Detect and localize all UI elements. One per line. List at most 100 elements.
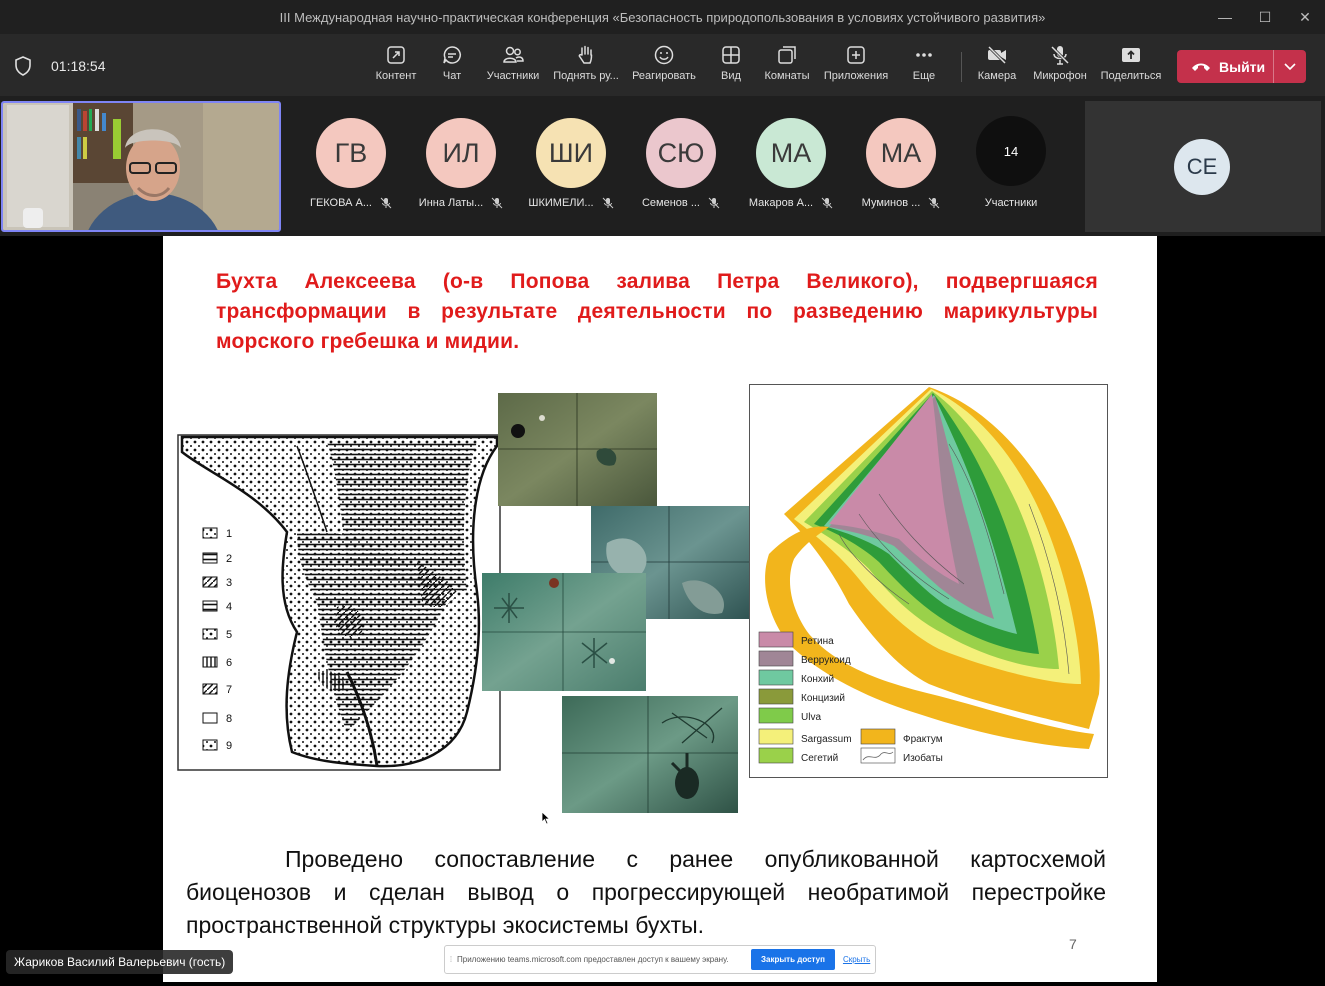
slide-page-number: 7 <box>1069 936 1077 952</box>
mic-off-icon <box>821 197 833 209</box>
chat-button[interactable]: Чат <box>417 44 487 90</box>
shield-icon <box>15 56 31 76</box>
avatar: ШИ <box>536 118 606 188</box>
rooms-button[interactable]: Комнаты <box>752 44 822 90</box>
shared-content-area: Бухта Алексеева (о-в Попова залива Петра… <box>0 236 1325 986</box>
presenter-video[interactable] <box>1 101 281 232</box>
bay-biocenosis-schema: 1 2 3 4 5 6 7 8 9 <box>177 434 501 771</box>
share-screen-icon <box>387 46 405 64</box>
legend-label: Конхий <box>801 674 834 685</box>
avatar: МА <box>756 118 826 188</box>
participant-name-row: ГЕКОВА А... <box>310 197 392 209</box>
participant-name-row: Муминов ... <box>862 197 941 209</box>
apps-label: Приложения <box>823 70 889 82</box>
legend-number: 7 <box>226 684 232 696</box>
mic-off-icon <box>602 197 613 209</box>
drag-handle-icon[interactable]: ⁞ <box>445 955 457 964</box>
participant-name: ГЕКОВА А... <box>309 197 372 209</box>
legend-label: Ulva <box>801 712 821 723</box>
window-title: III Международная научно-практическая ко… <box>279 9 1046 25</box>
more-icon <box>916 53 932 57</box>
leave-options-button[interactable] <box>1274 62 1306 71</box>
avatar: СЮ <box>646 118 716 188</box>
legend-number: 6 <box>226 657 232 669</box>
chat-label: Чат <box>442 70 462 82</box>
avatar: МА <box>866 118 936 188</box>
maximize-button[interactable]: ☐ <box>1245 0 1285 34</box>
share-label: Поделиться <box>1100 70 1162 82</box>
microphone-button[interactable]: Микрофон <box>1025 44 1095 90</box>
people-button[interactable]: Участники <box>478 44 548 90</box>
participant-name-row: Семенов ... <box>642 197 720 209</box>
close-button[interactable]: ✕ <box>1285 0 1325 34</box>
mouse-cursor-icon <box>541 811 551 825</box>
share-icon <box>1122 48 1140 62</box>
legend-number: 9 <box>226 740 232 752</box>
microphone-label: Микрофон <box>1033 70 1087 82</box>
mic-off-icon <box>491 197 503 209</box>
legend-label: Веррукоид <box>801 655 851 666</box>
more-participants-button[interactable]: 14 Участники <box>959 116 1063 209</box>
mic-off-icon <box>380 197 392 209</box>
share-banner-text: Приложению teams.microsoft.com предостав… <box>457 955 729 964</box>
participant-name-row: Инна Латы... <box>419 197 503 209</box>
legend-label: Фрактум <box>903 734 943 745</box>
leave-main[interactable]: Выйти <box>1177 50 1274 83</box>
minimize-button[interactable]: — <box>1205 0 1245 34</box>
raise-hand-icon <box>578 45 593 64</box>
more-label: Еще <box>912 70 936 82</box>
legend-number: 4 <box>226 601 232 613</box>
underwater-photos <box>482 393 750 813</box>
people-label: Участники <box>486 70 540 82</box>
participant-tile[interactable]: ШИ ШКИМЕЛИ... <box>519 118 623 209</box>
legend-number: 5 <box>226 629 232 641</box>
window-titlebar: III Международная научно-практическая ко… <box>0 0 1325 34</box>
phone-hangup-icon <box>1192 63 1210 71</box>
meeting-timer: 01:18:54 <box>51 58 106 74</box>
avatar: ГВ <box>316 118 386 188</box>
participant-tile-large[interactable]: СЕ <box>1085 101 1321 232</box>
chat-icon <box>443 46 461 64</box>
leave-button[interactable]: Выйти <box>1177 50 1306 83</box>
apps-button[interactable]: Приложения <box>821 44 891 90</box>
participant-tile[interactable]: МА Муминов ... <box>849 118 953 209</box>
leave-label: Выйти <box>1219 58 1266 75</box>
participant-name: Семенов ... <box>641 197 700 209</box>
slide-body-text: Проведено сопоставление с ранее опублико… <box>186 843 1106 942</box>
legend-number: 2 <box>226 553 232 565</box>
window-controls: — ☐ ✕ <box>1205 0 1325 34</box>
hide-banner-link[interactable]: Скрыть <box>843 955 870 964</box>
participant-name: Макаров А... <box>748 197 814 209</box>
legend-label: Изобаты <box>903 752 943 764</box>
raise-hand-button[interactable]: Поднять ру... <box>551 44 621 90</box>
chevron-down-icon <box>1284 62 1296 70</box>
participant-tile[interactable]: ГВ ГЕКОВА А... <box>299 118 403 209</box>
participant-name-row: ШКИМЕЛИ... <box>528 197 613 209</box>
legend-label: Ретина <box>801 636 834 647</box>
participants-overflow-label: Участники <box>984 197 1038 209</box>
rooms-icon <box>778 46 796 64</box>
legend-number: 3 <box>226 577 232 589</box>
share-button[interactable]: Поделиться <box>1096 44 1166 90</box>
react-button[interactable]: Реагировать <box>629 44 699 90</box>
slide-body: Проведено сопоставление с ранее опублико… <box>186 846 1106 938</box>
legend-label: Концизий <box>801 693 845 704</box>
camera-button[interactable]: Камера <box>962 44 1032 90</box>
legend-number: 8 <box>226 713 232 725</box>
add-app-icon <box>847 46 865 64</box>
participant-tile[interactable]: ИЛ Инна Латы... <box>409 118 513 209</box>
camera-label: Камера <box>977 70 1017 82</box>
react-label: Реагировать <box>632 70 696 82</box>
grid-icon <box>722 46 740 64</box>
participant-tile[interactable]: МА Макаров А... <box>739 118 843 209</box>
stop-sharing-button[interactable]: Закрыть доступ <box>751 949 835 970</box>
content-label: Контент <box>375 70 417 82</box>
view-label: Вид <box>721 70 741 82</box>
rooms-label: Комнаты <box>764 70 810 82</box>
slide-title: Бухта Алексеева (о-в Попова залива Петра… <box>216 270 1098 353</box>
screen-share-banner: ⁞ Приложению teams.microsoft.com предост… <box>444 945 876 974</box>
more-button[interactable]: Еще <box>889 44 959 90</box>
avatar: ИЛ <box>426 118 496 188</box>
participant-name: Инна Латы... <box>418 197 484 209</box>
participant-tile[interactable]: СЮ Семенов ... <box>629 118 733 209</box>
